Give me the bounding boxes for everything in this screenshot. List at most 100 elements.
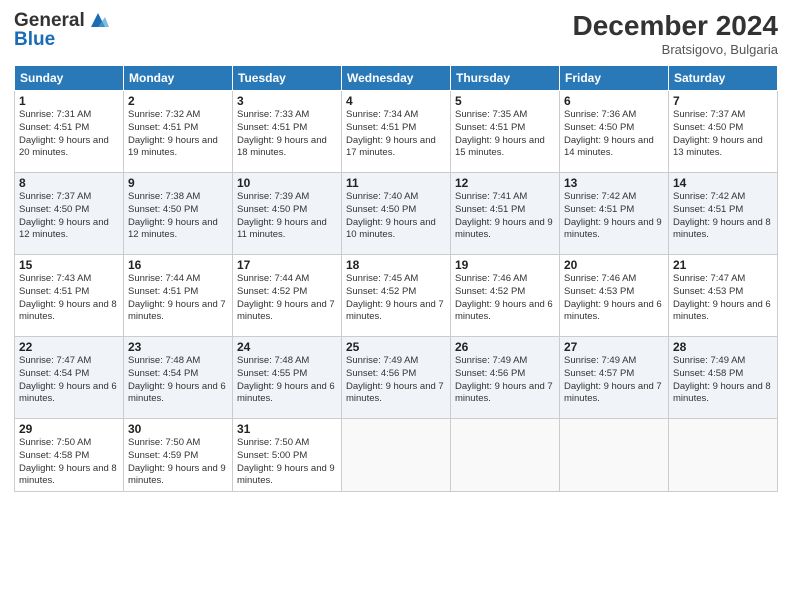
page-container: General Blue December 2024 Bratsigovo, B… xyxy=(0,0,792,612)
calendar-cell: 15Sunrise: 7:43 AMSunset: 4:51 PMDayligh… xyxy=(15,255,124,337)
calendar-cell: 14Sunrise: 7:42 AMSunset: 4:51 PMDayligh… xyxy=(669,173,778,255)
month-title: December 2024 xyxy=(573,10,778,42)
day-number: 27 xyxy=(564,340,664,354)
day-info: Sunrise: 7:47 AMSunset: 4:54 PMDaylight:… xyxy=(19,355,119,406)
calendar-cell: 4Sunrise: 7:34 AMSunset: 4:51 PMDaylight… xyxy=(342,91,451,173)
day-info: Sunrise: 7:44 AMSunset: 4:52 PMDaylight:… xyxy=(237,273,337,324)
day-number: 13 xyxy=(564,176,664,190)
day-number: 5 xyxy=(455,94,555,108)
day-info: Sunrise: 7:39 AMSunset: 4:50 PMDaylight:… xyxy=(237,191,337,242)
calendar-cell: 20Sunrise: 7:46 AMSunset: 4:53 PMDayligh… xyxy=(560,255,669,337)
day-number: 31 xyxy=(237,422,337,436)
day-info: Sunrise: 7:49 AMSunset: 4:58 PMDaylight:… xyxy=(673,355,773,406)
calendar-cell: 27Sunrise: 7:49 AMSunset: 4:57 PMDayligh… xyxy=(560,337,669,419)
calendar-cell: 6Sunrise: 7:36 AMSunset: 4:50 PMDaylight… xyxy=(560,91,669,173)
day-info: Sunrise: 7:38 AMSunset: 4:50 PMDaylight:… xyxy=(128,191,228,242)
calendar-cell: 19Sunrise: 7:46 AMSunset: 4:52 PMDayligh… xyxy=(451,255,560,337)
day-number: 15 xyxy=(19,258,119,272)
day-number: 12 xyxy=(455,176,555,190)
calendar-cell: 31Sunrise: 7:50 AMSunset: 5:00 PMDayligh… xyxy=(233,419,342,492)
calendar-cell: 7Sunrise: 7:37 AMSunset: 4:50 PMDaylight… xyxy=(669,91,778,173)
calendar-cell xyxy=(342,419,451,492)
day-number: 30 xyxy=(128,422,228,436)
calendar-cell: 16Sunrise: 7:44 AMSunset: 4:51 PMDayligh… xyxy=(124,255,233,337)
day-number: 22 xyxy=(19,340,119,354)
day-info: Sunrise: 7:32 AMSunset: 4:51 PMDaylight:… xyxy=(128,109,228,160)
day-number: 18 xyxy=(346,258,446,272)
day-of-week-friday: Friday xyxy=(560,66,669,91)
day-number: 10 xyxy=(237,176,337,190)
day-info: Sunrise: 7:46 AMSunset: 4:53 PMDaylight:… xyxy=(564,273,664,324)
day-number: 17 xyxy=(237,258,337,272)
day-of-week-saturday: Saturday xyxy=(669,66,778,91)
calendar-cell: 26Sunrise: 7:49 AMSunset: 4:56 PMDayligh… xyxy=(451,337,560,419)
day-info: Sunrise: 7:33 AMSunset: 4:51 PMDaylight:… xyxy=(237,109,337,160)
day-number: 14 xyxy=(673,176,773,190)
day-info: Sunrise: 7:37 AMSunset: 4:50 PMDaylight:… xyxy=(19,191,119,242)
day-number: 24 xyxy=(237,340,337,354)
day-number: 29 xyxy=(19,422,119,436)
day-info: Sunrise: 7:45 AMSunset: 4:52 PMDaylight:… xyxy=(346,273,446,324)
day-info: Sunrise: 7:43 AMSunset: 4:51 PMDaylight:… xyxy=(19,273,119,324)
location: Bratsigovo, Bulgaria xyxy=(573,42,778,57)
day-number: 20 xyxy=(564,258,664,272)
logo-icon xyxy=(87,9,109,31)
day-info: Sunrise: 7:50 AMSunset: 4:58 PMDaylight:… xyxy=(19,437,119,488)
day-number: 4 xyxy=(346,94,446,108)
day-info: Sunrise: 7:49 AMSunset: 4:57 PMDaylight:… xyxy=(564,355,664,406)
day-number: 16 xyxy=(128,258,228,272)
day-info: Sunrise: 7:44 AMSunset: 4:51 PMDaylight:… xyxy=(128,273,228,324)
day-info: Sunrise: 7:36 AMSunset: 4:50 PMDaylight:… xyxy=(564,109,664,160)
calendar-cell: 23Sunrise: 7:48 AMSunset: 4:54 PMDayligh… xyxy=(124,337,233,419)
day-info: Sunrise: 7:41 AMSunset: 4:51 PMDaylight:… xyxy=(455,191,555,242)
day-info: Sunrise: 7:50 AMSunset: 4:59 PMDaylight:… xyxy=(128,437,228,488)
calendar-cell: 2Sunrise: 7:32 AMSunset: 4:51 PMDaylight… xyxy=(124,91,233,173)
day-of-week-wednesday: Wednesday xyxy=(342,66,451,91)
day-info: Sunrise: 7:37 AMSunset: 4:50 PMDaylight:… xyxy=(673,109,773,160)
day-number: 3 xyxy=(237,94,337,108)
day-info: Sunrise: 7:48 AMSunset: 4:54 PMDaylight:… xyxy=(128,355,228,406)
calendar-cell: 11Sunrise: 7:40 AMSunset: 4:50 PMDayligh… xyxy=(342,173,451,255)
day-info: Sunrise: 7:40 AMSunset: 4:50 PMDaylight:… xyxy=(346,191,446,242)
calendar-header-row: SundayMondayTuesdayWednesdayThursdayFrid… xyxy=(15,66,778,91)
calendar-cell: 3Sunrise: 7:33 AMSunset: 4:51 PMDaylight… xyxy=(233,91,342,173)
calendar-cell xyxy=(560,419,669,492)
calendar-cell: 18Sunrise: 7:45 AMSunset: 4:52 PMDayligh… xyxy=(342,255,451,337)
calendar-cell: 13Sunrise: 7:42 AMSunset: 4:51 PMDayligh… xyxy=(560,173,669,255)
day-info: Sunrise: 7:50 AMSunset: 5:00 PMDaylight:… xyxy=(237,437,337,488)
day-number: 21 xyxy=(673,258,773,272)
logo: General Blue xyxy=(14,10,109,51)
day-number: 11 xyxy=(346,176,446,190)
day-number: 26 xyxy=(455,340,555,354)
day-info: Sunrise: 7:48 AMSunset: 4:55 PMDaylight:… xyxy=(237,355,337,406)
day-of-week-sunday: Sunday xyxy=(15,66,124,91)
day-of-week-tuesday: Tuesday xyxy=(233,66,342,91)
calendar-cell: 30Sunrise: 7:50 AMSunset: 4:59 PMDayligh… xyxy=(124,419,233,492)
day-number: 9 xyxy=(128,176,228,190)
day-info: Sunrise: 7:35 AMSunset: 4:51 PMDaylight:… xyxy=(455,109,555,160)
calendar-cell xyxy=(451,419,560,492)
calendar-cell: 12Sunrise: 7:41 AMSunset: 4:51 PMDayligh… xyxy=(451,173,560,255)
calendar-cell: 8Sunrise: 7:37 AMSunset: 4:50 PMDaylight… xyxy=(15,173,124,255)
logo-blue: Blue xyxy=(14,29,109,51)
calendar-cell: 5Sunrise: 7:35 AMSunset: 4:51 PMDaylight… xyxy=(451,91,560,173)
calendar-cell: 1Sunrise: 7:31 AMSunset: 4:51 PMDaylight… xyxy=(15,91,124,173)
calendar-cell: 29Sunrise: 7:50 AMSunset: 4:58 PMDayligh… xyxy=(15,419,124,492)
calendar-cell: 24Sunrise: 7:48 AMSunset: 4:55 PMDayligh… xyxy=(233,337,342,419)
day-number: 28 xyxy=(673,340,773,354)
day-info: Sunrise: 7:34 AMSunset: 4:51 PMDaylight:… xyxy=(346,109,446,160)
calendar-cell: 9Sunrise: 7:38 AMSunset: 4:50 PMDaylight… xyxy=(124,173,233,255)
day-info: Sunrise: 7:42 AMSunset: 4:51 PMDaylight:… xyxy=(564,191,664,242)
day-info: Sunrise: 7:31 AMSunset: 4:51 PMDaylight:… xyxy=(19,109,119,160)
calendar-cell: 22Sunrise: 7:47 AMSunset: 4:54 PMDayligh… xyxy=(15,337,124,419)
day-number: 25 xyxy=(346,340,446,354)
calendar-cell: 17Sunrise: 7:44 AMSunset: 4:52 PMDayligh… xyxy=(233,255,342,337)
title-block: December 2024 Bratsigovo, Bulgaria xyxy=(573,10,778,57)
header: General Blue December 2024 Bratsigovo, B… xyxy=(14,10,778,57)
day-info: Sunrise: 7:49 AMSunset: 4:56 PMDaylight:… xyxy=(455,355,555,406)
calendar-cell xyxy=(669,419,778,492)
day-number: 19 xyxy=(455,258,555,272)
day-number: 6 xyxy=(564,94,664,108)
calendar-cell: 25Sunrise: 7:49 AMSunset: 4:56 PMDayligh… xyxy=(342,337,451,419)
day-number: 2 xyxy=(128,94,228,108)
